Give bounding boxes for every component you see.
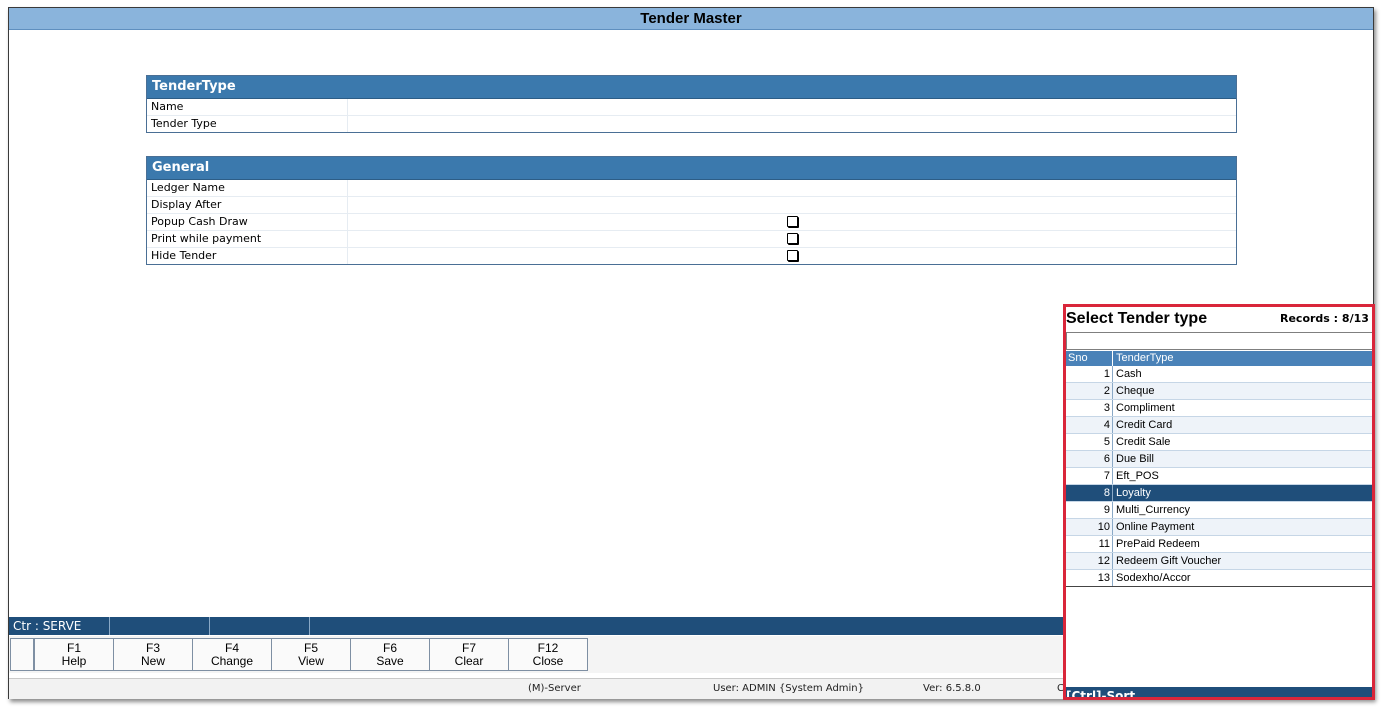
row-tender-type: Cheque xyxy=(1112,383,1155,399)
row-sno: 6 xyxy=(1103,453,1110,465)
row-sno: 2 xyxy=(1103,385,1110,397)
sno-column-header[interactable]: Sno xyxy=(1068,351,1088,366)
f3-new-button[interactable]: F3 New xyxy=(113,638,193,671)
server-info: (M)-Server xyxy=(528,683,581,694)
row-tender-type: Credit Sale xyxy=(1112,434,1170,450)
row-sno: 13 xyxy=(1097,572,1110,584)
row-tender-type: Eft_POS xyxy=(1112,468,1159,484)
row-sno: 1 xyxy=(1103,368,1110,380)
popup-title: Select Tender type xyxy=(1066,310,1208,327)
table-row[interactable]: 11 PrePaid Redeem xyxy=(1066,536,1372,553)
print-while-payment-checkbox[interactable] xyxy=(787,233,798,244)
popup-cash-draw-label: Popup Cash Draw xyxy=(151,215,248,228)
general-section: General Ledger Name Display After Popup … xyxy=(146,156,1237,265)
user-info: User: ADMIN {System Admin} xyxy=(713,683,865,694)
row-tender-type: Due Bill xyxy=(1112,451,1154,467)
row-tender-type: Multi_Currency xyxy=(1112,502,1190,518)
f6-save-button[interactable]: F6 Save xyxy=(350,638,430,671)
f3-label: New xyxy=(140,654,165,668)
status-cell-2 xyxy=(110,617,210,635)
tender-type-row: Tender Type xyxy=(147,116,1236,132)
status-cell-3 xyxy=(210,617,310,635)
row-tender-type: Credit Card xyxy=(1112,417,1172,433)
fkey-spacer xyxy=(10,638,34,671)
row-sno: 11 xyxy=(1098,538,1110,550)
f6-label: Save xyxy=(376,654,404,668)
f7-clear-button[interactable]: F7 Clear xyxy=(429,638,509,671)
row-sno: 5 xyxy=(1103,436,1110,448)
table-row[interactable]: 9 Multi_Currency xyxy=(1066,502,1372,519)
table-row[interactable]: 13 Sodexho/Accor xyxy=(1066,570,1372,587)
row-sno: 7 xyxy=(1103,470,1110,482)
row-tender-type: Cash xyxy=(1112,366,1142,382)
row-tender-type: Compliment xyxy=(1112,400,1175,416)
hide-tender-row: Hide Tender xyxy=(147,248,1236,264)
name-row: Name xyxy=(147,99,1236,116)
row-tender-type: Online Payment xyxy=(1112,519,1194,535)
f1-label: Help xyxy=(61,654,87,668)
window-title: Tender Master xyxy=(9,8,1373,30)
f4-change-button[interactable]: F4 Change xyxy=(192,638,272,671)
table-row[interactable]: 2 Cheque xyxy=(1066,383,1372,400)
table-row[interactable]: 4 Credit Card xyxy=(1066,417,1372,434)
tender-type-section: TenderType Name Tender Type xyxy=(146,75,1237,133)
hide-tender-checkbox[interactable] xyxy=(787,250,798,261)
table-row[interactable]: 10 Online Payment xyxy=(1066,519,1372,536)
row-tender-type: Loyalty xyxy=(1112,485,1151,501)
print-while-payment-row: Print while payment xyxy=(147,231,1236,248)
row-sno: 9 xyxy=(1103,504,1110,516)
counter-status: Ctr : SERVE xyxy=(9,617,110,635)
tender-type-label: Tender Type xyxy=(151,117,217,130)
tender-type-input[interactable] xyxy=(347,116,1236,132)
popup-cash-draw-checkbox[interactable] xyxy=(787,216,798,227)
row-tender-type: Redeem Gift Voucher xyxy=(1112,553,1221,569)
general-heading: General xyxy=(147,157,1236,180)
tender-type-grid: Sno TenderType 1 Cash 2 Cheque 3 Compliment… xyxy=(1066,351,1372,587)
display-after-row: Display After xyxy=(147,197,1236,214)
version-info: Ver: 6.5.8.0 xyxy=(923,683,981,694)
name-label: Name xyxy=(151,100,184,113)
table-row-selected[interactable]: 8 Loyalty xyxy=(1066,485,1372,502)
row-tender-type: PrePaid Redeem xyxy=(1112,536,1200,552)
table-row[interactable]: 6 Due Bill xyxy=(1066,451,1372,468)
records-count: Records : 8/13 xyxy=(1280,312,1369,325)
f12-label: Close xyxy=(532,654,564,668)
table-row[interactable]: 1 Cash xyxy=(1066,366,1372,383)
select-tender-type-popup: Select Tender type Records : 8/13 Sno Te… xyxy=(1063,304,1375,700)
tender-type-heading: TenderType xyxy=(147,76,1236,99)
table-row[interactable]: 12 Redeem Gift Voucher xyxy=(1066,553,1372,570)
ledger-name-row: Ledger Name xyxy=(147,180,1236,197)
f12-close-button[interactable]: F12 Close xyxy=(508,638,588,671)
name-input[interactable] xyxy=(347,99,1236,115)
display-after-label: Display After xyxy=(151,198,222,211)
f7-label: Clear xyxy=(454,654,484,668)
table-row[interactable]: 3 Compliment xyxy=(1066,400,1372,417)
popup-search-input[interactable] xyxy=(1066,332,1372,350)
f1-help-button[interactable]: F1 Help xyxy=(34,638,114,671)
table-row[interactable]: 7 Eft_POS xyxy=(1066,468,1372,485)
hide-tender-label: Hide Tender xyxy=(151,249,217,262)
f5-label: View xyxy=(298,654,324,668)
f5-view-button[interactable]: F5 View xyxy=(271,638,351,671)
row-sno: 3 xyxy=(1103,402,1110,414)
popup-cash-draw-row: Popup Cash Draw xyxy=(147,214,1236,231)
f4-label: Change xyxy=(210,654,254,668)
row-sno: 8 xyxy=(1103,487,1110,499)
ledger-name-input[interactable] xyxy=(347,180,1236,196)
display-after-input[interactable] xyxy=(347,197,1236,213)
table-row[interactable]: 5 Credit Sale xyxy=(1066,434,1372,451)
row-sno: 4 xyxy=(1103,419,1110,431)
tender-type-column-header[interactable]: TenderType xyxy=(1112,351,1372,366)
sort-hint-bar: [Ctrl]-Sort xyxy=(1066,687,1372,697)
ledger-name-label: Ledger Name xyxy=(151,181,225,194)
row-tender-type: Sodexho/Accor xyxy=(1112,570,1191,586)
row-sno: 10 xyxy=(1097,521,1110,533)
row-sno: 12 xyxy=(1097,555,1110,567)
grid-header: Sno TenderType xyxy=(1066,351,1372,366)
print-while-payment-label: Print while payment xyxy=(151,232,262,245)
